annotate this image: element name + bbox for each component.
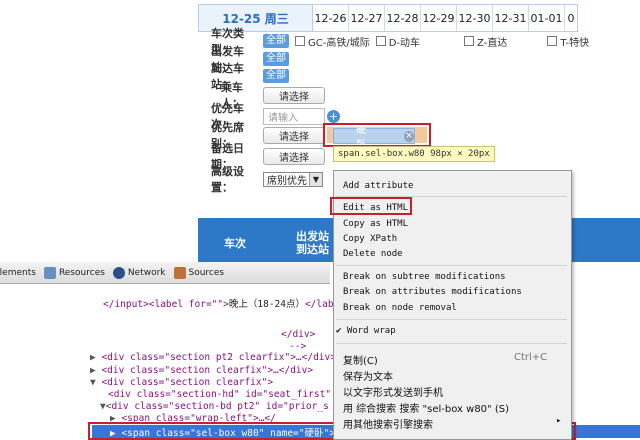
tab-elements-label: Elements bbox=[0, 267, 36, 278]
menu-item-word-wrap[interactable]: ✔ Word wrap bbox=[336, 326, 396, 336]
word-wrap-label: Word wrap bbox=[346, 326, 396, 336]
t-label: T-特快 bbox=[560, 37, 590, 49]
chip-red-highlight bbox=[323, 123, 431, 147]
dom-line[interactable]: ▶ <div class="section clearfix">…</div> bbox=[90, 365, 313, 376]
dropdown-value: 席别优先 bbox=[267, 175, 307, 187]
dom-line[interactable]: ▶ <div class="section pt2 clearfix">…</d… bbox=[90, 352, 336, 363]
train-type-row: 车次类型： 全部 GC-高铁/城际 D-动车 Z-直达 T-特快 bbox=[211, 27, 590, 56]
date-tab[interactable]: 01-01 bbox=[529, 5, 565, 31]
tab-resources-label: Resources bbox=[58, 267, 105, 278]
menu-separator bbox=[336, 265, 567, 266]
train-column-label: 车次 bbox=[224, 237, 246, 250]
advanced-dropdown[interactable]: 席别优先 ▼ bbox=[263, 171, 323, 187]
menu-item-other-search[interactable]: 用其他搜索引擎搜索 bbox=[343, 416, 433, 431]
dom-tag: <label for=""> bbox=[148, 299, 229, 310]
from-all-button[interactable]: 全部 bbox=[263, 52, 289, 66]
expand-triangle-icon[interactable]: ▶ bbox=[90, 365, 101, 376]
edit-html-red-highlight bbox=[330, 197, 412, 215]
resources-icon bbox=[43, 266, 56, 279]
dom-line[interactable]: </div> bbox=[281, 329, 315, 340]
dom-tag: </input> bbox=[103, 299, 149, 310]
tab-resources[interactable]: Resources bbox=[43, 266, 105, 279]
z-label: Z-直达 bbox=[477, 37, 508, 49]
copy-shortcut: Ctrl+C bbox=[514, 352, 548, 363]
tab-elements[interactable]: Elements bbox=[0, 268, 36, 278]
menu-item-break-attributes[interactable]: Break on attributes modifications bbox=[343, 287, 522, 297]
date-tab[interactable]: 12-29 bbox=[421, 5, 457, 31]
date-tab[interactable]: 0 bbox=[565, 5, 577, 31]
dom-line[interactable]: ▼ <div class="section clearfix"> bbox=[90, 377, 273, 388]
dom-tag: <div class="section-bd pt2" id="prior_s bbox=[105, 401, 329, 412]
to-all-button[interactable]: 全部 bbox=[263, 69, 289, 83]
submenu-arrow-icon: ▸ bbox=[556, 416, 562, 426]
menu-separator bbox=[336, 343, 567, 344]
seat-select-button[interactable]: 请选择 bbox=[263, 126, 325, 144]
devtools-toolbar: Elements Resources Network Sources bbox=[0, 262, 330, 284]
pref-train-input[interactable]: 请输入 bbox=[263, 107, 325, 125]
d-label: D-动车 bbox=[388, 37, 421, 49]
advanced-row: 高级设置： 席别优先 ▼ bbox=[211, 165, 323, 194]
element-size-tooltip: span.sel-box.w80 98px × 20px bbox=[333, 146, 495, 162]
dom-tag: <div class="section pt2 clearfix"> bbox=[101, 352, 296, 363]
tab-sources[interactable]: Sources bbox=[173, 266, 225, 279]
menu-item-delete-node[interactable]: Delete node bbox=[343, 249, 403, 259]
menu-item-search[interactable]: 用 综合搜索 搜索 "sel-box w80" (S) bbox=[343, 400, 509, 415]
date-tab[interactable]: 12-27 bbox=[349, 5, 385, 31]
menu-item-add-attribute[interactable]: Add attribute bbox=[343, 181, 413, 191]
menu-item-copy[interactable]: 复制(C) bbox=[343, 352, 378, 367]
t-checkbox[interactable] bbox=[547, 36, 558, 46]
sources-icon bbox=[173, 266, 186, 279]
alt-date-row: 备选日期： 请选择 bbox=[211, 142, 325, 171]
checkmark-icon: ✔ bbox=[336, 326, 342, 336]
dom-line[interactable]: <div class="section-hd" id="seat_first" bbox=[108, 389, 331, 400]
menu-item-break-removal[interactable]: Break on node removal bbox=[343, 303, 457, 313]
chevron-down-icon[interactable]: ▼ bbox=[309, 172, 322, 186]
z-checkbox[interactable] bbox=[464, 36, 475, 46]
expand-triangle-icon[interactable]: ▶ bbox=[90, 352, 101, 363]
tab-sources-label: Sources bbox=[188, 267, 225, 278]
menu-item-copy-xpath[interactable]: Copy XPath bbox=[343, 234, 397, 244]
dom-text: 晚上（18-24点） bbox=[228, 299, 305, 310]
menu-item-copy-as-html[interactable]: Copy as HTML bbox=[343, 219, 408, 229]
date-tab[interactable]: 12-28 bbox=[385, 5, 421, 31]
menu-separator bbox=[336, 319, 567, 320]
dom-line[interactable]: ▼<div class="section-bd pt2" id="prior_s bbox=[100, 401, 329, 412]
tab-network-label: Network bbox=[127, 267, 166, 278]
menu-item-save-text[interactable]: 保存为文本 bbox=[343, 368, 393, 383]
menu-item-break-subtree[interactable]: Break on subtree modifications bbox=[343, 272, 506, 282]
date-tab[interactable]: 12-31 bbox=[493, 5, 529, 31]
collapse-triangle-icon[interactable]: ▼ bbox=[90, 377, 101, 388]
gc-label: GC-高铁/城际 bbox=[308, 37, 370, 49]
advanced-label: 高级设置： bbox=[211, 165, 244, 194]
dom-line[interactable]: --> bbox=[289, 341, 306, 352]
network-icon bbox=[112, 266, 125, 279]
dom-tag: <div class="section clearfix"> bbox=[101, 377, 274, 388]
gc-checkbox[interactable] bbox=[295, 36, 305, 46]
dom-tag: <div class="section clearfix"> bbox=[101, 365, 274, 376]
date-tab[interactable]: 12-26 bbox=[313, 5, 349, 31]
arrive-column-label: 到达站 bbox=[296, 243, 329, 256]
dom-tag: …</div> bbox=[273, 365, 314, 376]
alt-date-select-button[interactable]: 请选择 bbox=[263, 147, 325, 165]
dom-tag: </lab bbox=[304, 299, 334, 310]
menu-item-send-phone[interactable]: 以文字形式发送到手机 bbox=[343, 384, 443, 399]
train-type-all-button[interactable]: 全部 bbox=[263, 34, 289, 48]
d-checkbox[interactable] bbox=[375, 36, 386, 46]
passenger-select-button[interactable]: 请选择 bbox=[263, 86, 325, 104]
tab-network[interactable]: Network bbox=[112, 266, 166, 279]
add-icon[interactable]: + bbox=[327, 109, 340, 123]
dom-line[interactable]: </input><label for="">晚上（18-24点）</lab bbox=[103, 296, 334, 310]
dom-tag: …</div> bbox=[295, 352, 336, 363]
date-tab[interactable]: 12-30 bbox=[457, 5, 493, 31]
